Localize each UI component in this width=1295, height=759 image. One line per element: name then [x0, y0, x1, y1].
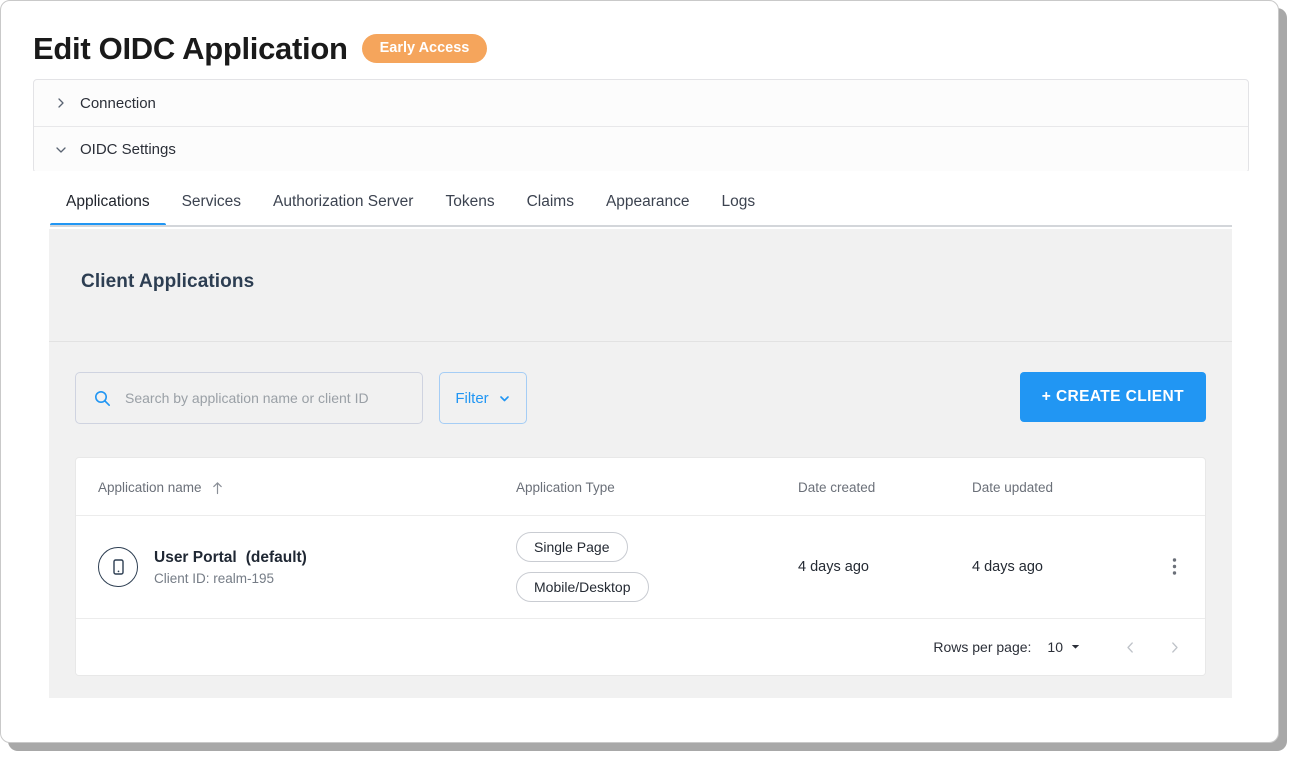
accordion-item-connection[interactable]: Connection — [34, 80, 1248, 126]
applications-table: Application name Application Ty — [76, 458, 1206, 619]
table-header-row: Application name Application Ty — [76, 458, 1206, 516]
column-label-application-name: Application name — [98, 480, 202, 495]
panel-divider — [49, 341, 1232, 342]
table-body: User Portal (default) Client ID: realm-1… — [76, 516, 1206, 619]
arrow-up-icon — [211, 481, 224, 495]
table-header: Application name Application Ty — [76, 458, 1206, 516]
tab-authorization-server[interactable]: Authorization Server — [257, 193, 429, 227]
type-chip-single-page: Single Page — [516, 532, 628, 562]
accordion-label-oidc-settings: OIDC Settings — [80, 141, 176, 158]
previous-page-button[interactable] — [1113, 630, 1147, 664]
mobile-device-icon — [98, 547, 138, 587]
column-header-date-updated: Date updated — [972, 458, 1160, 516]
cell-row-actions — [1160, 516, 1206, 619]
column-header-actions — [1160, 458, 1206, 516]
date-created-value: 4 days ago — [798, 559, 869, 575]
column-label-date-updated: Date updated — [972, 480, 1053, 495]
rows-per-page-label: Rows per page: — [933, 639, 1031, 655]
tab-claims[interactable]: Claims — [511, 193, 590, 227]
column-label-application-type: Application Type — [516, 480, 615, 495]
panel-title: Client Applications — [81, 271, 254, 293]
applications-panel: Client Applications Filter — [49, 229, 1232, 698]
column-label-date-created: Date created — [798, 480, 875, 495]
column-header-application-type: Application Type — [516, 458, 798, 516]
rows-per-page-value: 10 — [1047, 639, 1063, 655]
tab-bar-underline — [50, 225, 1232, 227]
search-box[interactable] — [75, 372, 423, 424]
chevron-down-icon — [1070, 639, 1081, 655]
table-pagination: Rows per page: 10 — [76, 619, 1205, 675]
column-header-date-created: Date created — [798, 458, 972, 516]
tab-services[interactable]: Services — [166, 193, 257, 227]
early-access-badge: Early Access — [362, 34, 488, 64]
applications-table-card: Application name Application Ty — [75, 457, 1206, 676]
tab-bar: Applications Services Authorization Serv… — [33, 171, 1249, 227]
type-chip-mobile-desktop: Mobile/Desktop — [516, 572, 649, 602]
applications-toolbar: Filter + CREATE CLIENT — [75, 372, 1206, 424]
tab-appearance[interactable]: Appearance — [590, 193, 706, 227]
page-title: Edit OIDC Application — [33, 33, 348, 64]
filter-button[interactable]: Filter — [439, 372, 527, 424]
search-icon — [94, 390, 111, 407]
date-updated-value: 4 days ago — [972, 559, 1043, 575]
cell-application-name: User Portal (default) Client ID: realm-1… — [76, 516, 516, 619]
more-vertical-icon[interactable] — [1160, 553, 1188, 581]
next-page-button[interactable] — [1157, 630, 1191, 664]
accordion-item-oidc-settings[interactable]: OIDC Settings — [34, 126, 1248, 172]
page-header: Edit OIDC Application Early Access — [33, 33, 487, 64]
create-client-button[interactable]: + CREATE CLIENT — [1020, 372, 1206, 422]
column-header-application-name[interactable]: Application name — [76, 458, 516, 516]
application-name: User Portal — [154, 549, 237, 567]
chevron-right-icon — [52, 94, 70, 112]
search-input[interactable] — [123, 389, 387, 407]
chevron-down-icon — [52, 141, 70, 159]
accordion-label-connection: Connection — [80, 95, 156, 112]
settings-accordion: Connection OIDC Settings — [33, 79, 1249, 173]
cell-application-type: Single Page Mobile/Desktop — [516, 516, 798, 619]
cell-date-created: 4 days ago — [798, 516, 972, 619]
tab-applications[interactable]: Applications — [50, 193, 166, 227]
tab-tokens[interactable]: Tokens — [429, 193, 510, 227]
chevron-down-icon — [498, 392, 511, 405]
tab-logs[interactable]: Logs — [706, 193, 772, 227]
table-row[interactable]: User Portal (default) Client ID: realm-1… — [76, 516, 1206, 619]
application-default-tag: (default) — [246, 549, 307, 567]
application-client-id: Client ID: realm-195 — [154, 571, 307, 586]
application-window: Edit OIDC Application Early Access Conne… — [0, 0, 1279, 743]
cell-date-updated: 4 days ago — [972, 516, 1160, 619]
filter-button-label: Filter — [455, 390, 488, 407]
rows-per-page-select[interactable]: 10 — [1047, 639, 1081, 655]
